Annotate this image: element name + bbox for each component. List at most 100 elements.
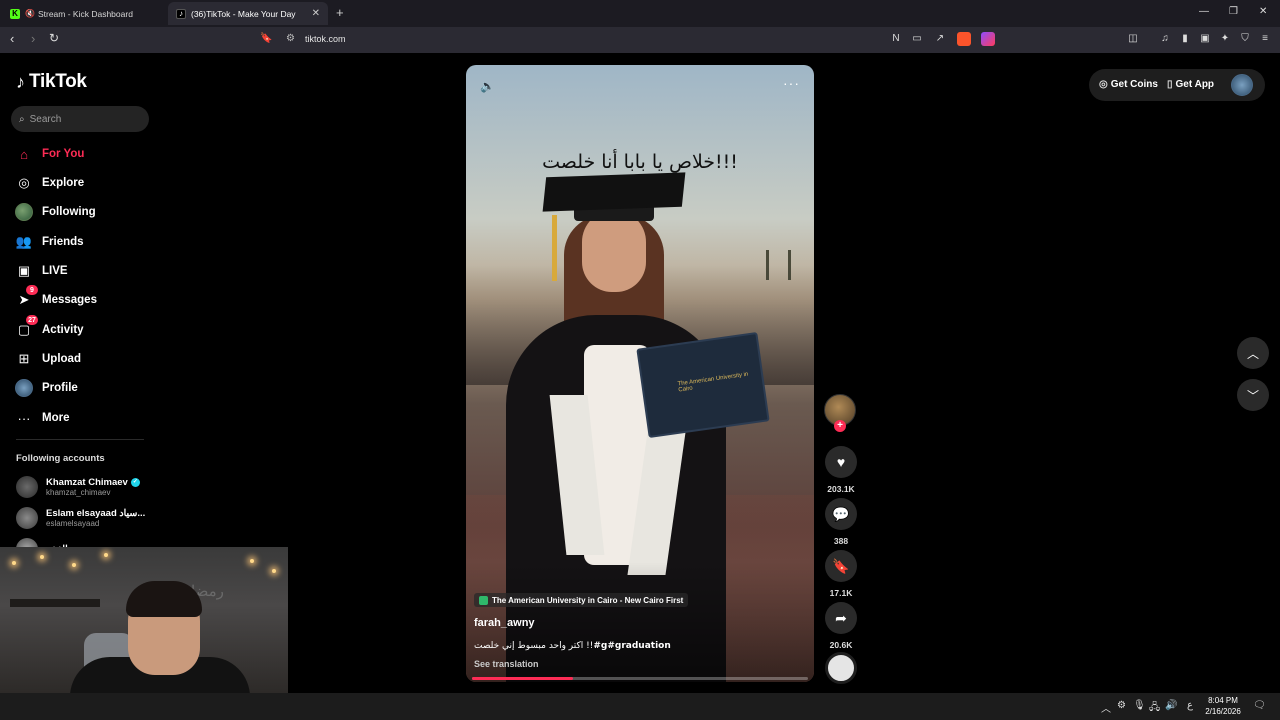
windows-taskbar: ︿ ⚙ 🎙 🖧 🔊 ع 8:04 PM 2/16/2026 🗨 xyxy=(0,693,1280,720)
notifications-icon[interactable]: 🗨 xyxy=(1253,700,1266,711)
sidebar-item-friends[interactable]: 👥 Friends xyxy=(14,231,154,253)
vpn-icon[interactable]: ⛉ xyxy=(1239,33,1251,45)
volume-tray-icon[interactable]: 🔊 xyxy=(1165,700,1177,711)
tray-app-icon[interactable]: ⚙ xyxy=(1117,700,1126,711)
tab-kick-dashboard[interactable]: K 🔇 Stream - Kick Dashboard xyxy=(2,2,164,25)
video-overlay-text: خلاص يا بابا أنا خلصت!!! xyxy=(542,151,738,173)
location-tag[interactable]: The American University in Cairo - New C… xyxy=(474,593,689,607)
phone-icon: ▯ xyxy=(1167,78,1173,90)
comment-icon: 💬 xyxy=(825,498,857,530)
heart-icon: ♥ xyxy=(825,446,857,478)
tab-title: Stream - Kick Dashboard xyxy=(37,8,133,19)
close-tab-icon[interactable]: ✕ xyxy=(312,8,320,19)
bookmark-icon[interactable]: 🔖 xyxy=(260,33,272,44)
more-icon: ··· xyxy=(17,410,31,426)
sidebar-item-explore[interactable]: ◎ Explore xyxy=(14,172,154,194)
previous-video-button[interactable]: ︿ xyxy=(1237,337,1269,369)
music-disc[interactable] xyxy=(825,652,857,684)
share-icon[interactable]: ↗ xyxy=(934,33,946,45)
menu-icon[interactable]: ≡ xyxy=(1259,33,1271,45)
microphone-icon[interactable]: 🎙 xyxy=(1133,700,1146,711)
video-player[interactable]: The American University in Cairo خلاص يا… xyxy=(466,65,814,682)
next-video-button[interactable]: ﹀ xyxy=(1237,379,1269,411)
verified-icon: ✓ xyxy=(130,478,140,487)
sidebar-item-activity[interactable]: ▢ 27 Activity xyxy=(14,315,154,341)
volume-icon[interactable]: 🔈 xyxy=(480,79,495,93)
search-box[interactable]: ⌕ xyxy=(11,106,149,132)
more-options-icon[interactable]: ··· xyxy=(783,75,800,91)
tray-expand-icon[interactable]: ︿ xyxy=(1101,700,1111,715)
minimize-icon[interactable]: — xyxy=(1199,6,1209,17)
sidebar-item-following[interactable]: Following xyxy=(14,201,154,223)
user-avatar[interactable] xyxy=(1231,74,1253,96)
restore-icon[interactable]: ❐ xyxy=(1229,6,1238,17)
tab-title: (36)TikTok - Make Your Day xyxy=(191,8,296,19)
profile-avatar xyxy=(14,378,34,398)
comment-button[interactable]: 💬 388 xyxy=(825,498,857,546)
follow-plus-icon[interactable]: + xyxy=(834,420,846,432)
system-clock[interactable]: 8:04 PM 2/16/2026 xyxy=(1203,695,1243,717)
like-count: 203.1K xyxy=(827,484,855,494)
kick-icon: K xyxy=(10,8,20,19)
forward-icon[interactable]: › xyxy=(31,31,35,46)
leo-icon[interactable]: ✦ xyxy=(1219,33,1231,45)
address-bar[interactable]: tiktok.com xyxy=(305,34,346,44)
site-info-icon[interactable]: ⚙ xyxy=(286,33,295,44)
cast-icon[interactable]: ▭ xyxy=(911,33,923,45)
upload-icon: ⊞ xyxy=(18,351,30,366)
get-app-button[interactable]: ▯ Get App xyxy=(1167,69,1214,99)
chevron-up-icon: ︿ xyxy=(1246,346,1259,361)
new-tab-button[interactable]: + xyxy=(336,5,344,20)
screenshot-icon[interactable]: ◫ xyxy=(1127,33,1139,45)
share-count: 20.6K xyxy=(829,640,853,650)
share-arrow-icon: ➦ xyxy=(825,602,857,634)
avatar xyxy=(16,476,38,498)
sidebar-item-more[interactable]: ··· More xyxy=(14,407,154,429)
bookmark-icon: 🔖 xyxy=(825,550,857,582)
account-item[interactable]: Khamzat Chimaev ✓ khamzat_chimaev xyxy=(16,476,140,498)
close-window-icon[interactable]: ✕ xyxy=(1259,6,1267,17)
video-description: اكتر واحد مبسوط إني خلصت !!#g#graduation xyxy=(474,641,671,651)
back-icon[interactable]: ‹ xyxy=(10,31,14,46)
sidebar-icon[interactable]: ▮ xyxy=(1179,33,1191,45)
sidebar-item-live[interactable]: ▣ LIVE xyxy=(14,260,154,282)
save-button[interactable]: 🔖 17.1K xyxy=(825,550,857,598)
coin-icon: ◎ xyxy=(1099,78,1108,90)
muted-icon: 🔇 xyxy=(25,9,35,18)
video-progress-fill xyxy=(472,677,573,680)
music-icon[interactable]: ♫ xyxy=(1159,33,1171,45)
rewards-icon[interactable] xyxy=(981,32,995,46)
messages-badge: 9 xyxy=(26,285,38,295)
search-icon: ⌕ xyxy=(19,113,25,125)
compass-icon: ◎ xyxy=(18,175,30,190)
share-button[interactable]: ➦ 20.6K xyxy=(825,602,857,650)
account-item[interactable]: Eslam elsayaad سياد... eslamelsayaad xyxy=(16,507,145,529)
chevron-down-icon: ﹀ xyxy=(1246,388,1259,403)
tab-tiktok[interactable]: ♪ (36)TikTok - Make Your Day ✕ xyxy=(168,2,328,25)
webcam-overlay: رمضان xyxy=(0,547,288,693)
save-count: 17.1K xyxy=(829,588,853,598)
following-accounts-title: Following accounts xyxy=(16,453,105,464)
video-progress-bar[interactable] xyxy=(472,677,808,680)
activity-icon: ▢ 27 xyxy=(14,315,38,340)
sidebar-item-for-you[interactable]: ⌂ For You xyxy=(14,143,154,165)
brave-shield-icon[interactable] xyxy=(957,32,971,46)
sidebar-item-messages[interactable]: ➤ 9 Messages xyxy=(14,285,154,311)
reader-icon[interactable]: N xyxy=(890,33,902,45)
see-translation-link[interactable]: See translation xyxy=(474,659,539,669)
wallet-icon[interactable]: ▣ xyxy=(1199,33,1211,45)
sidebar-item-upload[interactable]: ⊞ Upload xyxy=(14,348,154,370)
input-language[interactable]: ع xyxy=(1187,700,1193,711)
sidebar-divider xyxy=(16,439,144,440)
friends-icon: 👥 xyxy=(15,234,33,249)
like-button[interactable]: ♥ 203.1K xyxy=(825,446,857,494)
reload-icon[interactable]: ↻ xyxy=(49,31,59,45)
hashtag-link[interactable]: #g#graduation xyxy=(593,641,670,651)
tiktok-logo[interactable]: ♪ TikTok xyxy=(16,71,87,93)
search-input[interactable] xyxy=(29,113,130,125)
video-username[interactable]: farah_awny xyxy=(474,617,535,629)
network-icon[interactable]: 🖧 xyxy=(1149,700,1160,717)
get-coins-button[interactable]: ◎ Get Coins xyxy=(1099,69,1158,99)
graduate-face xyxy=(582,210,646,292)
sidebar-item-profile[interactable]: Profile xyxy=(14,377,154,399)
